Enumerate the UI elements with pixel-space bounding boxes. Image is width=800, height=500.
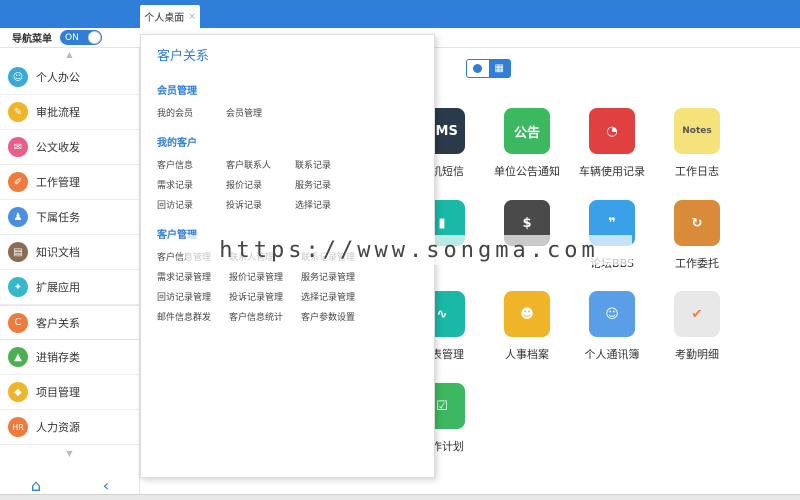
inventory-icon: ▲ xyxy=(8,347,28,367)
popup-link[interactable]: 选择记录管理 xyxy=(301,288,373,308)
sidebar-item-label: 知识文档 xyxy=(36,246,80,259)
sidebar-item[interactable]: ✉ 公文收发 xyxy=(0,130,139,165)
toggle-label: ON xyxy=(65,32,79,43)
scroll-up-icon[interactable]: ▲ xyxy=(0,48,139,60)
app-tile[interactable]: Notes 工作日志 xyxy=(657,108,737,179)
app-tile[interactable]: ☻ 人事档案 xyxy=(487,291,567,362)
app-label: 工作委托 xyxy=(675,257,719,270)
approval-icon: ✎ xyxy=(8,102,28,122)
watermark: https://www.songma.com xyxy=(186,235,632,265)
sidebar: ▲ ☺ 个人办公 ✎ 审批流程 ✉ 公文收发 ✐ 工作管理 ♟ 下属任务 ▤ 知识文档 ✦ 扩展应用 C 客户… xyxy=(0,48,140,500)
sidebar-item-label: 下属任务 xyxy=(36,211,80,224)
calendar-icon: ✔ xyxy=(674,291,720,337)
sidebar-item-label: 审批流程 xyxy=(36,106,80,119)
sidebar-item[interactable]: C 客户关系 xyxy=(0,305,139,340)
sidebar-item-label: 项目管理 xyxy=(36,386,80,399)
app-label: 考勤明细 xyxy=(675,348,719,361)
popup-section-title: 我的客户 xyxy=(157,138,197,149)
project-icon: ◆ xyxy=(8,382,28,402)
book-icon: ▤ xyxy=(8,242,28,262)
person-icon: ☺ xyxy=(8,67,28,87)
sidebar-item[interactable]: ☺ 个人办公 xyxy=(0,60,139,95)
popup-links: 客户信息 客户联系人 联系记录需求记录 报价记录 服务记录回访记录 投诉记录 选择记录 xyxy=(157,156,418,216)
grid-view-icon[interactable]: ▦ xyxy=(488,60,510,77)
sidebar-item[interactable]: ♟ 下属任务 xyxy=(0,200,139,235)
notes-icon: Notes xyxy=(674,108,720,154)
sidebar-item-label: 扩展应用 xyxy=(36,281,80,294)
sidebar-item[interactable]: ◆ 项目管理 xyxy=(0,375,139,410)
work-icon: ✐ xyxy=(8,172,28,192)
popup-link[interactable]: 回访记录 xyxy=(157,196,226,216)
popup-link[interactable]: 服务记录管理 xyxy=(301,268,373,288)
collapse-icon[interactable]: ‹ xyxy=(103,476,109,495)
app-label: 个人通讯簿 xyxy=(584,348,640,361)
popup-link[interactable]: 投诉记录 xyxy=(226,196,295,216)
popup-link[interactable]: 客户信息统计 xyxy=(229,308,301,328)
popup-link[interactable]: 报价记录管理 xyxy=(229,268,301,288)
sidebar-item[interactable]: ✐ 工作管理 xyxy=(0,165,139,200)
popup-link[interactable]: 邮件信息群发 xyxy=(157,308,229,328)
document-icon: ✉ xyxy=(8,137,28,157)
scroll-down-icon[interactable]: ▼ xyxy=(0,447,139,459)
app-tile[interactable]: ✔ 考勤明细 xyxy=(657,291,737,362)
sidebar-item[interactable]: ▲ 进销存类 xyxy=(0,340,139,375)
toggle-knob xyxy=(88,31,101,44)
popup-title: 客户关系 xyxy=(157,49,210,64)
popup-link[interactable]: 客户参数设置 xyxy=(301,308,373,328)
sidebar-item-label: 进销存类 xyxy=(36,351,80,364)
contacts-icon: ☺ xyxy=(589,291,635,337)
popup-link[interactable]: 需求记录 xyxy=(157,176,226,196)
nav-toggle[interactable]: ON xyxy=(60,30,102,45)
hr-icon: HR xyxy=(8,417,28,437)
status-bar xyxy=(0,494,800,500)
close-icon[interactable]: × xyxy=(188,12,196,22)
nav-header: 导航菜单 ON xyxy=(0,28,140,48)
app-label: 车辆使用记录 xyxy=(579,165,645,178)
popup-section-title: 会员管理 xyxy=(157,86,197,97)
team-icon: ♟ xyxy=(8,207,28,227)
view-toggle[interactable]: ▦ xyxy=(466,59,511,78)
gauge-icon: ◔ xyxy=(589,108,635,154)
popup-link[interactable]: 投诉记录管理 xyxy=(229,288,301,308)
nav-menu-label: 导航菜单 xyxy=(12,34,52,45)
popup-link[interactable]: 选择记录 xyxy=(295,196,364,216)
notice-icon: 公告 xyxy=(504,108,550,154)
sidebar-item-label: 公文收发 xyxy=(36,141,80,154)
popup-links: 我的会员 会员管理 xyxy=(157,104,418,124)
home-icon[interactable]: ⌂ xyxy=(31,476,41,495)
app-label: 人事档案 xyxy=(505,348,549,361)
popup-link[interactable]: 会员管理 xyxy=(226,104,295,124)
app-tile[interactable]: ☺ 个人通讯簿 xyxy=(572,291,652,362)
extension-icon: ✦ xyxy=(8,277,28,297)
sidebar-item-label: 个人办公 xyxy=(36,71,80,84)
app-label: 单位公告通知 xyxy=(494,165,560,178)
delegate-icon: ↻ xyxy=(674,200,720,246)
sidebar-item[interactable]: ▤ 知识文档 xyxy=(0,235,139,270)
top-bar: 个人桌面 × xyxy=(0,0,800,28)
sidebar-item[interactable]: HR 人力资源 xyxy=(0,410,139,445)
popup-link[interactable]: 我的会员 xyxy=(157,104,226,124)
sidebar-item-label: 客户关系 xyxy=(36,316,80,330)
tab-label: 个人桌面 xyxy=(144,13,185,24)
sidebar-item-label: 工作管理 xyxy=(36,176,80,189)
crm-icon: C xyxy=(8,312,28,333)
list-view-icon[interactable] xyxy=(467,60,489,77)
popup-link[interactable]: 回访记录管理 xyxy=(157,288,229,308)
popup-link[interactable]: 服务记录 xyxy=(295,176,364,196)
sidebar-item-label: 人力资源 xyxy=(36,421,80,434)
popup-link[interactable]: 报价记录 xyxy=(226,176,295,196)
tab-personal-desktop[interactable]: 个人桌面 × xyxy=(140,5,200,28)
popup-link[interactable]: 联系记录 xyxy=(295,156,364,176)
app-tile[interactable]: ◔ 车辆使用记录 xyxy=(572,108,652,179)
app-label: 工作日志 xyxy=(675,165,719,178)
app-tile[interactable]: ↻ 工作委托 xyxy=(657,200,737,271)
sidebar-item[interactable]: ✎ 审批流程 xyxy=(0,95,139,130)
app-tile[interactable]: 公告 单位公告通知 xyxy=(487,108,567,179)
sidebar-item[interactable]: ✦ 扩展应用 xyxy=(0,270,139,305)
profile-icon: ☻ xyxy=(504,291,550,337)
popup-link[interactable]: 客户联系人 xyxy=(226,156,295,176)
popup-link[interactable]: 客户信息 xyxy=(157,156,226,176)
popup-link[interactable]: 需求记录管理 xyxy=(157,268,229,288)
